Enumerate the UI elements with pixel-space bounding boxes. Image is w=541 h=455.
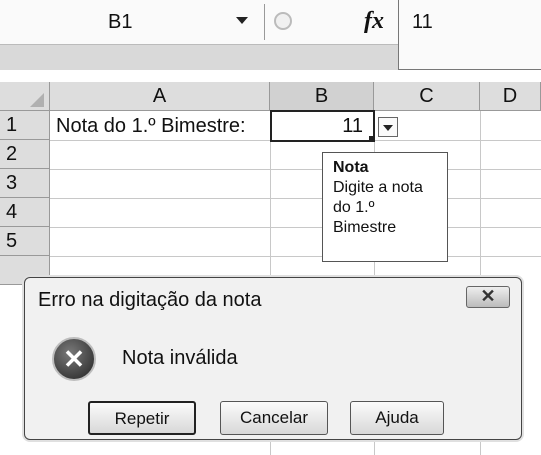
- column-header-c[interactable]: C: [374, 82, 480, 111]
- tooltip-title: Nota: [333, 159, 369, 176]
- formula-cancel-icon[interactable]: [274, 12, 292, 30]
- name-box-dropdown-icon[interactable]: [236, 17, 248, 24]
- row-header-2[interactable]: 2: [0, 140, 50, 169]
- close-icon[interactable]: ✕: [466, 285, 510, 307]
- grid-line: [50, 169, 541, 170]
- fill-handle[interactable]: [369, 136, 375, 142]
- cancel-button[interactable]: Cancelar: [220, 401, 328, 435]
- row-header-1[interactable]: 1: [0, 111, 50, 140]
- insert-function-icon[interactable]: fx: [364, 6, 384, 36]
- select-all-triangle-icon: [30, 93, 44, 107]
- formula-input[interactable]: 11: [412, 6, 433, 38]
- grid-line: [50, 198, 541, 199]
- chevron-down-icon: [383, 125, 393, 131]
- formula-separator: [398, 0, 399, 70]
- cell-a1[interactable]: Nota do 1.º Bimestre:: [56, 112, 246, 140]
- dialog-title: Erro na digitação da nota: [38, 289, 262, 311]
- row-header-3[interactable]: 3: [0, 169, 50, 198]
- column-header-d[interactable]: D: [480, 82, 541, 111]
- tooltip-body: Digite a nota do 1.º Bimestre: [333, 179, 423, 236]
- name-box[interactable]: B1: [8, 6, 260, 38]
- row-header-5[interactable]: 5: [0, 227, 50, 256]
- row-header-4[interactable]: 4: [0, 198, 50, 227]
- column-header-b[interactable]: B: [270, 82, 374, 111]
- retry-button[interactable]: Repetir: [88, 401, 196, 435]
- retry-button-label: Repetir: [114, 409, 170, 428]
- cell-b1-selected[interactable]: 11: [270, 110, 375, 142]
- cancel-button-label: Cancelar: [239, 408, 309, 427]
- dialog-message: Nota inválida: [122, 347, 238, 369]
- help-button[interactable]: Ajuda: [350, 401, 444, 435]
- grid-line: [50, 256, 541, 257]
- input-message-tooltip: Nota Digite a nota do 1.º Bimestre: [322, 152, 448, 262]
- column-header-a[interactable]: A: [50, 82, 270, 111]
- help-button-label: Ajuda: [375, 408, 419, 427]
- error-icon: ✕: [52, 337, 96, 381]
- grid-line: [50, 227, 541, 228]
- formula-bar-expanded-area: [0, 44, 398, 70]
